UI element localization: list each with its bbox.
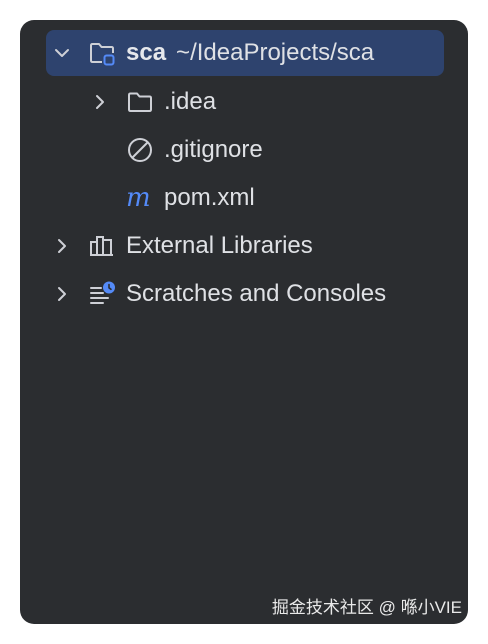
watermark: 掘金技术社区 @ 喺小VIE <box>271 598 462 617</box>
maven-icon: m <box>126 184 151 212</box>
svg-text:m: m <box>126 184 151 212</box>
ignored-file-icon <box>128 138 152 162</box>
tree-row-scratches[interactable]: Scratches and Consoles <box>20 271 468 317</box>
tree-item-label: .idea <box>164 88 217 115</box>
folder-icon <box>128 92 152 112</box>
libraries-icon <box>90 236 113 256</box>
tree-item-label: Scratches and Consoles <box>126 280 387 307</box>
chevron-right-icon[interactable] <box>52 284 72 304</box>
tree-root-label: sca ~/IdeaProjects/sca <box>126 40 374 66</box>
tree-row-root[interactable]: sca ~/IdeaProjects/sca <box>20 30 468 76</box>
scratches-icon <box>90 281 115 304</box>
project-tool-window: sca ~/IdeaProjects/sca .idea .gitignore m… <box>20 20 468 624</box>
chevron-right-icon[interactable] <box>52 236 72 256</box>
project-name: sca <box>126 39 167 66</box>
tree-item-label: .gitignore <box>164 136 263 163</box>
chevron-right-icon[interactable] <box>90 92 110 112</box>
tree-row-external-libraries[interactable]: External Libraries <box>20 223 468 269</box>
tree-item-label: External Libraries <box>126 232 313 259</box>
tree-row-pom[interactable]: m pom.xml <box>20 175 468 221</box>
tree-row-idea[interactable]: .idea <box>20 79 468 125</box>
tree-item-label: pom.xml <box>164 184 255 211</box>
project-path: ~/IdeaProjects/sca <box>176 39 375 66</box>
module-folder-icon <box>90 43 115 66</box>
tree-row-gitignore[interactable]: .gitignore <box>20 127 468 173</box>
chevron-down-icon[interactable] <box>52 43 72 63</box>
